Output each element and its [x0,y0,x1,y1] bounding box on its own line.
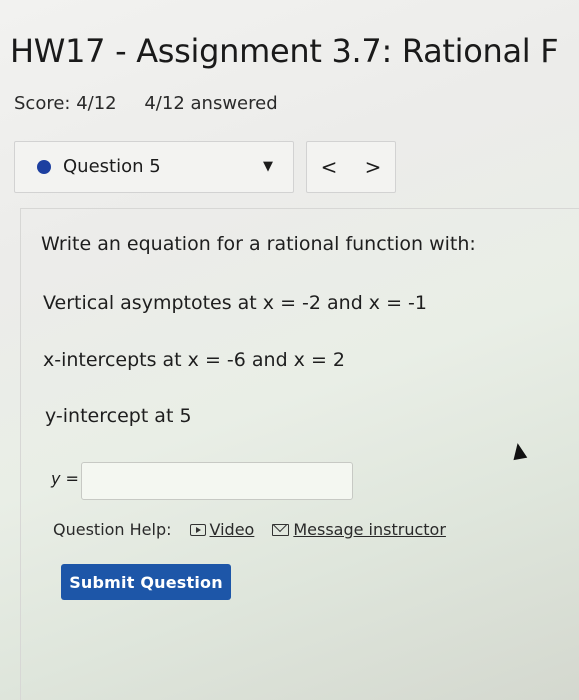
question-label: Question 5 [63,156,161,177]
answer-label: y = [51,469,79,488]
condition-x-intercepts: x-intercepts at x = -6 and x = 2 [43,349,346,371]
video-link[interactable]: Video [189,520,255,539]
condition-vertical-asymptotes: Vertical asymptotes at x = -2 and x = -1 [43,292,427,314]
status-dot-icon [37,160,51,174]
condition-y-intercept: y-intercept at 5 [45,405,192,427]
score-row: Score: 4/12 4/12 answered [14,93,278,114]
video-link-label: Video [209,520,255,539]
caret-down-icon: ▼ [263,159,273,174]
score-text: Score: 4/12 [14,93,117,114]
help-label: Question Help: [53,520,172,539]
previous-question-button[interactable]: < [314,155,344,179]
question-prompt: Write an equation for a rational functio… [41,233,476,255]
video-icon [189,523,206,536]
mouse-cursor-icon [510,441,528,461]
question-selector[interactable]: Question 5 ▼ [14,141,294,193]
question-help: Question Help: Video Message instructor [53,520,464,539]
page-title: HW17 - Assignment 3.7: Rational F [10,32,559,70]
question-content: Write an equation for a rational functio… [20,208,579,700]
answered-text: 4/12 answered [144,93,278,114]
mail-icon [272,523,290,536]
question-nav: < > [306,141,396,193]
submit-question-button[interactable]: Submit Question [61,564,231,600]
answer-input[interactable] [81,462,353,500]
message-instructor-link[interactable]: Message instructor [272,520,446,539]
message-link-label: Message instructor [293,520,446,539]
next-question-button[interactable]: > [358,155,388,179]
